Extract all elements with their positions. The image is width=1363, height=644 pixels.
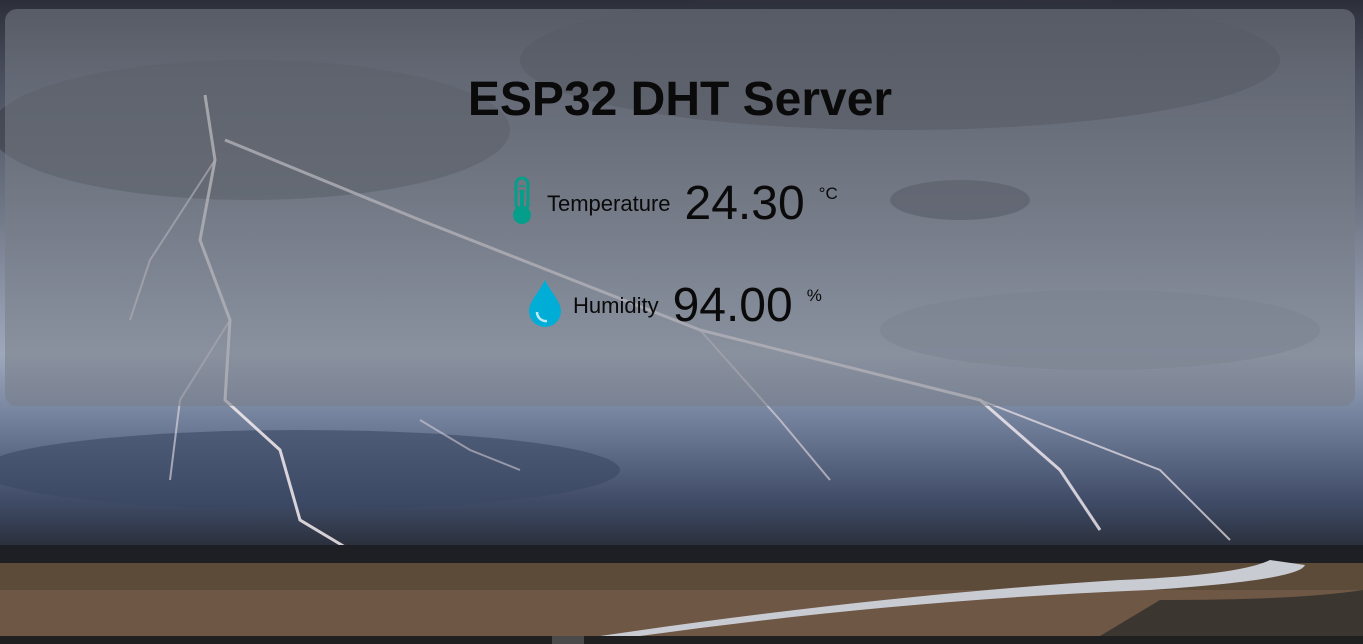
page-title: ESP32 DHT Server bbox=[467, 73, 893, 126]
taskbar bbox=[0, 636, 1363, 644]
humidity-reading: Humidity 94.00 % bbox=[527, 278, 822, 333]
temperature-label: Temperature bbox=[547, 190, 671, 216]
humidity-label: Humidity bbox=[573, 292, 659, 318]
humidity-value: 94.00 bbox=[672, 279, 793, 332]
humidity-unit: % bbox=[806, 286, 822, 305]
droplet-icon bbox=[527, 278, 563, 333]
temperature-reading: Temperature 24.30 °C bbox=[507, 176, 838, 231]
taskbar-active-item[interactable] bbox=[552, 636, 584, 644]
thermometer-icon bbox=[507, 176, 537, 231]
temperature-unit: °C bbox=[818, 184, 838, 203]
temperature-value: 24.30 bbox=[684, 177, 805, 230]
